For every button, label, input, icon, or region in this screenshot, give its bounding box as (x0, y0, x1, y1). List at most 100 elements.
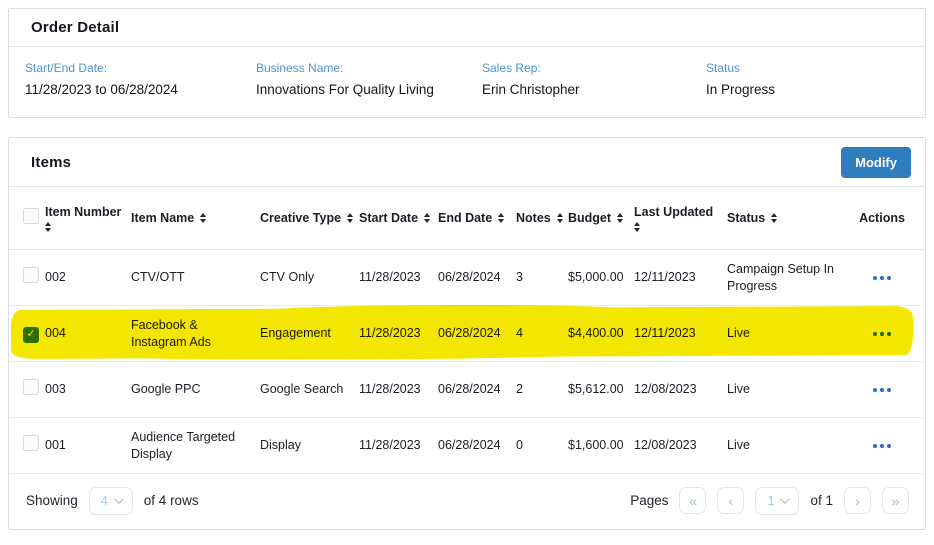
field-start-end-date: Start/End Date: 11/28/2023 to 06/28/2024 (25, 61, 256, 97)
showing-label: Showing (26, 493, 78, 508)
table-row: 002 CTV/OTT CTV Only 11/28/2023 06/28/20… (9, 250, 925, 306)
modify-button[interactable]: Modify (841, 147, 911, 178)
field-value: Innovations For Quality Living (256, 82, 482, 97)
row-actions-menu-button[interactable] (869, 384, 895, 396)
items-card: Items Modify Item Number Item Name Creat… (8, 137, 926, 530)
page-size-select[interactable]: 4 (89, 487, 133, 515)
cell-notes: 3 (516, 269, 568, 286)
sort-icon (557, 213, 563, 223)
field-label: Start/End Date: (25, 61, 256, 75)
cell-item-name: Facebook & Instagram Ads (131, 317, 260, 351)
order-info-row: Start/End Date: 11/28/2023 to 06/28/2024… (9, 47, 925, 97)
column-header-status[interactable]: Status (727, 211, 851, 225)
cell-creative-type: Display (260, 437, 359, 454)
field-status: Status In Progress (706, 61, 775, 97)
row-actions-menu-button[interactable] (869, 328, 895, 340)
cell-budget: $1,600.00 (568, 437, 634, 454)
column-header-notes[interactable]: Notes (516, 211, 568, 225)
cell-start-date: 11/28/2023 (359, 325, 438, 342)
field-label: Sales Rep: (482, 61, 706, 75)
cell-end-date: 06/28/2024 (438, 325, 516, 342)
row-checkbox[interactable] (23, 267, 39, 283)
cell-item-number: 002 (45, 269, 131, 286)
page-size-value: 4 (101, 494, 108, 508)
field-value: Erin Christopher (482, 82, 706, 97)
field-label: Status (706, 61, 775, 75)
order-detail-page: Order Detail Start/End Date: 11/28/2023 … (0, 0, 934, 545)
chevron-down-icon (114, 494, 124, 504)
sort-icon (634, 222, 640, 232)
cell-status: Live (727, 325, 851, 342)
next-page-button[interactable]: › (844, 487, 871, 514)
cell-creative-type: CTV Only (260, 269, 359, 286)
cell-item-number: 003 (45, 381, 131, 398)
row-checkbox[interactable] (23, 327, 39, 343)
cell-status: Live (727, 381, 851, 398)
cell-start-date: 11/28/2023 (359, 269, 438, 286)
cell-item-number: 004 (45, 325, 131, 342)
items-title: Items (31, 154, 71, 171)
column-header-end-date[interactable]: End Date (438, 211, 516, 225)
cell-item-name: Google PPC (131, 381, 260, 398)
cell-notes: 4 (516, 325, 568, 342)
pages-label: Pages (630, 493, 668, 508)
column-header-actions: Actions (851, 211, 913, 225)
double-chevron-left-icon: « (689, 493, 697, 509)
column-header-start-date[interactable]: Start Date (359, 211, 438, 225)
page-title: Order Detail (31, 19, 119, 36)
row-actions-menu-button[interactable] (869, 440, 895, 452)
cell-budget: $5,000.00 (568, 269, 634, 286)
chevron-right-icon: › (855, 493, 860, 509)
cell-budget: $5,612.00 (568, 381, 634, 398)
column-header-creative-type[interactable]: Creative Type (260, 211, 359, 225)
sort-icon (771, 213, 777, 223)
order-detail-card: Order Detail Start/End Date: 11/28/2023 … (8, 8, 926, 118)
field-label: Business Name: (256, 61, 482, 75)
last-page-button[interactable]: » (882, 487, 909, 514)
sort-icon (498, 213, 504, 223)
cell-budget: $4,400.00 (568, 325, 634, 342)
column-header-last-updated[interactable]: Last Updated (634, 205, 727, 232)
sort-icon (617, 213, 623, 223)
chevron-left-icon: ‹ (729, 493, 734, 509)
table-row-highlighted: 004 Facebook & Instagram Ads Engagement … (9, 306, 925, 362)
cell-item-name: Audience Targeted Display (131, 429, 260, 463)
row-checkbox[interactable] (23, 435, 39, 451)
sort-icon (424, 213, 430, 223)
table-footer: Showing 4 of 4 rows Pages « ‹ 1 of 1 › » (9, 474, 925, 527)
cell-status: Live (727, 437, 851, 454)
cell-last-updated: 12/11/2023 (634, 325, 727, 342)
current-page-value: 1 (767, 494, 774, 508)
cell-status: Campaign Setup In Progress (727, 261, 851, 295)
column-header-item-number[interactable]: Item Number (45, 205, 131, 232)
current-page-select[interactable]: 1 (755, 487, 799, 515)
double-chevron-right-icon: » (892, 493, 900, 509)
previous-page-button[interactable]: ‹ (717, 487, 744, 514)
field-business-name: Business Name: Innovations For Quality L… (256, 61, 482, 97)
of-rows-label: of 4 rows (144, 493, 199, 508)
chevron-down-icon (780, 494, 790, 504)
table-header-row: Item Number Item Name Creative Type Star… (9, 187, 925, 250)
cell-start-date: 11/28/2023 (359, 381, 438, 398)
sort-icon (347, 213, 353, 223)
field-sales-rep: Sales Rep: Erin Christopher (482, 61, 706, 97)
cell-item-name: CTV/OTT (131, 269, 260, 286)
cell-last-updated: 12/11/2023 (634, 269, 727, 286)
cell-creative-type: Google Search (260, 381, 359, 398)
row-checkbox[interactable] (23, 379, 39, 395)
cell-creative-type: Engagement (260, 325, 359, 342)
sort-icon (45, 222, 51, 232)
column-header-item-name[interactable]: Item Name (131, 211, 260, 225)
column-header-budget[interactable]: Budget (568, 211, 634, 225)
cell-last-updated: 12/08/2023 (634, 381, 727, 398)
field-value: In Progress (706, 82, 775, 97)
first-page-button[interactable]: « (679, 487, 706, 514)
select-all-checkbox[interactable] (23, 208, 39, 224)
of-pages-label: of 1 (810, 493, 833, 508)
order-detail-header: Order Detail (9, 9, 925, 47)
cell-start-date: 11/28/2023 (359, 437, 438, 454)
row-actions-menu-button[interactable] (869, 272, 895, 284)
field-value: 11/28/2023 to 06/28/2024 (25, 82, 256, 97)
table-row: 003 Google PPC Google Search 11/28/2023 … (9, 362, 925, 418)
cell-end-date: 06/28/2024 (438, 381, 516, 398)
